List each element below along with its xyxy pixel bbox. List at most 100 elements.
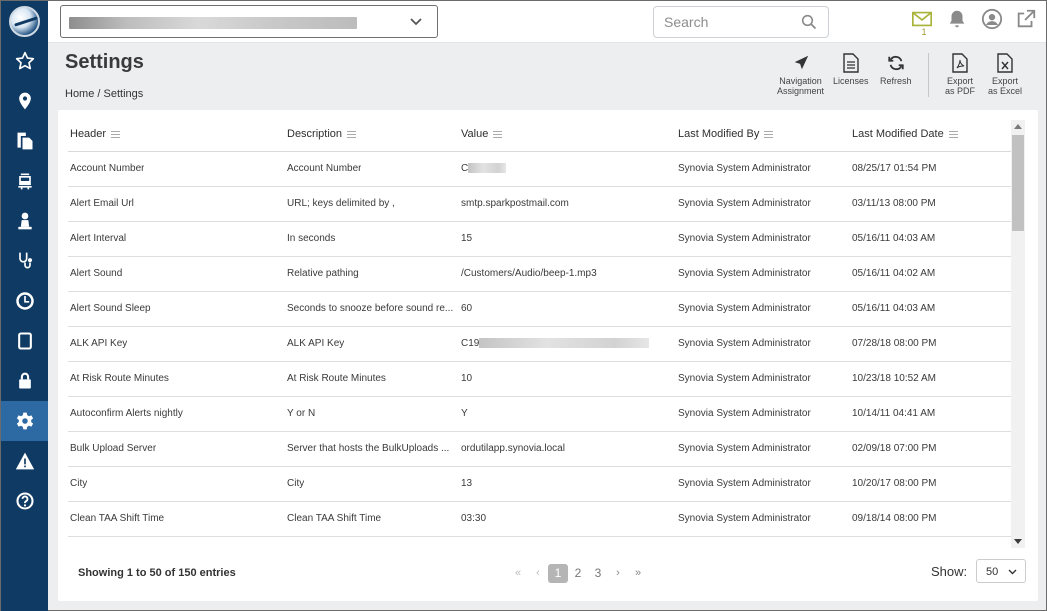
table-row[interactable]: Alert Interval In seconds 15 Synovia System… <box>68 222 1014 257</box>
page-title: Settings <box>65 51 144 73</box>
cell-header: City <box>70 478 87 489</box>
page-button-1[interactable]: 1 <box>548 563 568 583</box>
sidebar-item-transit[interactable] <box>1 161 48 201</box>
cell-last-modified-by-text: Synovia System Administrator <box>678 513 811 524</box>
search-box[interactable] <box>653 6 829 38</box>
breadcrumb[interactable]: Home / Settings <box>65 88 143 100</box>
table-body: Account Number Account Number C Synovia Sys… <box>68 152 1014 537</box>
search-icon[interactable] <box>801 14 817 30</box>
table-row[interactable]: Bulk Upload Server Server that hosts the … <box>68 432 1014 467</box>
cell-description-text: Y or N <box>287 408 316 419</box>
cell-last-modified-date-text: 05/16/11 04:02 AM <box>852 268 936 279</box>
sidebar-item-time[interactable] <box>1 281 48 321</box>
scroll-thumb[interactable] <box>1012 135 1024 231</box>
external-link-button[interactable] <box>1014 8 1038 32</box>
table-row[interactable]: Account Number Account Number C Synovia Sys… <box>68 152 1014 187</box>
page-size-select[interactable]: 50 <box>976 559 1026 583</box>
cell-value-text: 13 <box>461 478 473 489</box>
user-profile-button[interactable] <box>980 8 1004 32</box>
organization-select[interactable] <box>60 5 438 38</box>
table-row[interactable]: Clean TAA Shift Time Clean TAA Shift Time… <box>68 502 1014 537</box>
scroll-up-arrow-icon[interactable] <box>1014 124 1022 129</box>
cell-last-modified-date: 10/23/18 10:52 AM <box>852 373 936 384</box>
sidebar-item-alerts[interactable] <box>1 441 48 481</box>
settings-table: Header Description Value Last Modified B… <box>68 118 1014 537</box>
column-menu-icon[interactable] <box>111 130 121 138</box>
cell-header: Account Number <box>70 163 144 174</box>
cell-description: In seconds <box>287 233 335 244</box>
notifications-button[interactable] <box>945 8 969 32</box>
chevron-down-icon <box>1008 569 1017 575</box>
toolbar-divider <box>928 53 929 97</box>
app-logo[interactable] <box>9 6 40 37</box>
cell-header-text: Alert Email Url <box>70 198 134 209</box>
last-page-button[interactable]: » <box>628 564 648 583</box>
sidebar-item-settings[interactable] <box>1 401 48 441</box>
sidebar-item-security[interactable] <box>1 361 48 401</box>
clock-icon <box>15 292 34 310</box>
next-page-button[interactable]: › <box>608 564 628 583</box>
table-row[interactable]: Alert Sound Relative pathing/Customers/Au… <box>68 257 1014 292</box>
refresh-button[interactable]: Refresh <box>880 53 912 86</box>
page-button-2[interactable]: 2 <box>568 564 588 583</box>
scroll-down-arrow-icon[interactable] <box>1014 539 1022 544</box>
cell-header: Alert Sound <box>70 268 122 279</box>
column-header-value[interactable]: Value <box>461 128 503 140</box>
licenses-label: Licenses <box>833 76 869 86</box>
cell-last-modified-by: Synovia System Administrator <box>678 303 811 314</box>
column-header-last-modified-date[interactable]: Last Modified Date <box>852 128 958 140</box>
cell-value-text: smtp.sparkpostmail.com <box>461 198 569 209</box>
cell-header: Alert Email Url <box>70 198 134 209</box>
column-menu-icon[interactable] <box>764 130 774 138</box>
lock-icon <box>18 372 31 389</box>
cell-description-text: City <box>287 478 305 489</box>
bus-icon <box>17 173 32 190</box>
entries-info: Showing 1 to 50 of 150 entries <box>78 567 236 579</box>
table-row[interactable]: ALK API Key ALK API Key C19 Synovia System … <box>68 327 1014 362</box>
sidebar-item-locations[interactable] <box>1 81 48 121</box>
sidebar-item-documents[interactable] <box>1 121 48 161</box>
cell-header-text: Alert Sound <box>70 268 123 279</box>
cell-last-modified-date-text: 10/14/11 04:41 AM <box>852 408 936 419</box>
table-row[interactable]: Alert Sound Sleep Seconds to snooze befor… <box>68 292 1014 327</box>
export-excel-button[interactable]: Export as Excel <box>988 53 1022 96</box>
sidebar-item-students[interactable] <box>1 201 48 241</box>
sidebar-item-health[interactable] <box>1 241 48 281</box>
page-size-value: 50 <box>986 566 999 578</box>
table-row[interactable]: At Risk Route Minutes At Risk Route Minut… <box>68 362 1014 397</box>
cell-description: Seconds to snooze before sound re... <box>287 303 453 314</box>
table-row[interactable]: Alert Email Url URL; keys delimited by , s… <box>68 187 1014 222</box>
column-menu-icon[interactable] <box>347 130 357 138</box>
export-excel-label-line1: Export <box>992 76 1019 86</box>
column-menu-icon[interactable] <box>493 130 503 138</box>
sidebar-item-tablet[interactable] <box>1 321 48 361</box>
column-header-description[interactable]: Description <box>287 128 357 140</box>
first-page-button[interactable]: « <box>508 564 528 583</box>
export-pdf-button[interactable]: Export as PDF <box>945 53 975 96</box>
licenses-button[interactable]: Licenses <box>833 53 869 86</box>
cell-value: /Customers/Audio/beep-1.mp3 <box>461 268 597 279</box>
cell-last-modified-date: 05/16/11 04:03 AM <box>852 303 935 314</box>
navigation-assignment-button[interactable]: Navigation Assignment <box>777 53 824 96</box>
cell-last-modified-date: 05/16/11 04:03 AM <box>852 233 935 244</box>
redacted-value <box>468 163 507 174</box>
table-scrollbar[interactable] <box>1011 120 1025 548</box>
sidebar-item-help[interactable] <box>1 481 48 521</box>
search-input[interactable] <box>664 14 794 30</box>
cell-header: At Risk Route Minutes <box>70 373 169 384</box>
column-header-header[interactable]: Header <box>70 128 121 140</box>
sidebar <box>1 1 48 611</box>
sidebar-item-favorites[interactable] <box>1 41 48 81</box>
column-header-last-modified-by[interactable]: Last Modified By <box>678 128 774 140</box>
cell-value: C <box>461 163 507 174</box>
cell-description: Relative pathing <box>287 268 359 279</box>
table-row[interactable]: City City 13 Synovia System Administrator 10… <box>68 467 1014 502</box>
cell-header: Clean TAA Shift Time <box>70 513 164 524</box>
cell-description-text: URL; keys delimited by , <box>287 198 395 209</box>
column-menu-icon[interactable] <box>948 130 958 138</box>
page-button-3[interactable]: 3 <box>588 564 608 583</box>
cell-description: Y or N <box>287 408 315 419</box>
prev-page-button[interactable]: ‹ <box>528 564 548 583</box>
table-row[interactable]: Autoconfirm Alerts nightly Y or N Y Synovia… <box>68 397 1014 432</box>
cell-header: Alert Sound Sleep <box>70 303 151 314</box>
